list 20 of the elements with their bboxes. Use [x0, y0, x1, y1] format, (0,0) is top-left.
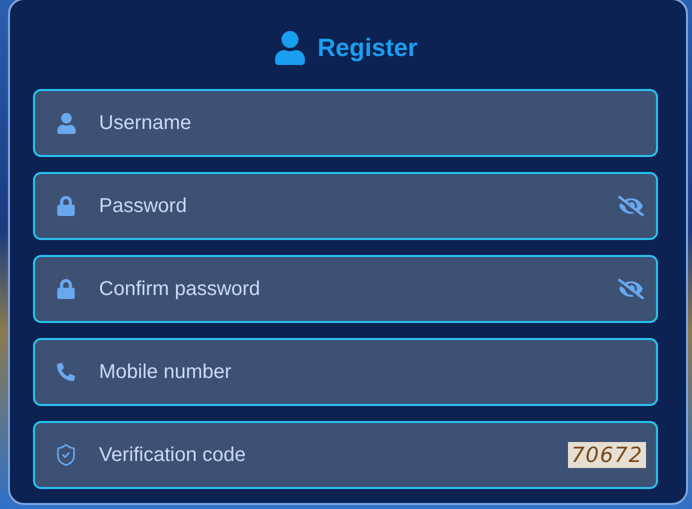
text-input[interactable]: Confirm password	[97, 273, 618, 305]
input-field[interactable]: Mobile number	[33, 338, 658, 406]
input-field[interactable]: Username	[33, 89, 658, 157]
eye-off-icon[interactable]	[618, 276, 644, 302]
user-icon	[273, 31, 308, 65]
text-input[interactable]: Username	[97, 107, 644, 139]
text-input[interactable]: Verification code	[97, 439, 568, 471]
user-icon	[56, 112, 76, 134]
lock-icon	[56, 196, 76, 216]
input-field[interactable]: Verification code 70672	[33, 421, 658, 489]
captcha-image[interactable]: 70672	[568, 442, 646, 468]
form-title: Register	[317, 34, 418, 62]
phone-icon	[57, 363, 75, 381]
text-input[interactable]: Mobile number	[97, 356, 644, 388]
input-field[interactable]: Password	[33, 172, 658, 240]
eye-off-icon[interactable]	[618, 193, 644, 219]
lock-icon	[56, 279, 76, 299]
shield-check-icon	[54, 443, 78, 467]
text-input[interactable]: Password	[97, 190, 618, 222]
input-field[interactable]: Confirm password	[33, 255, 658, 323]
